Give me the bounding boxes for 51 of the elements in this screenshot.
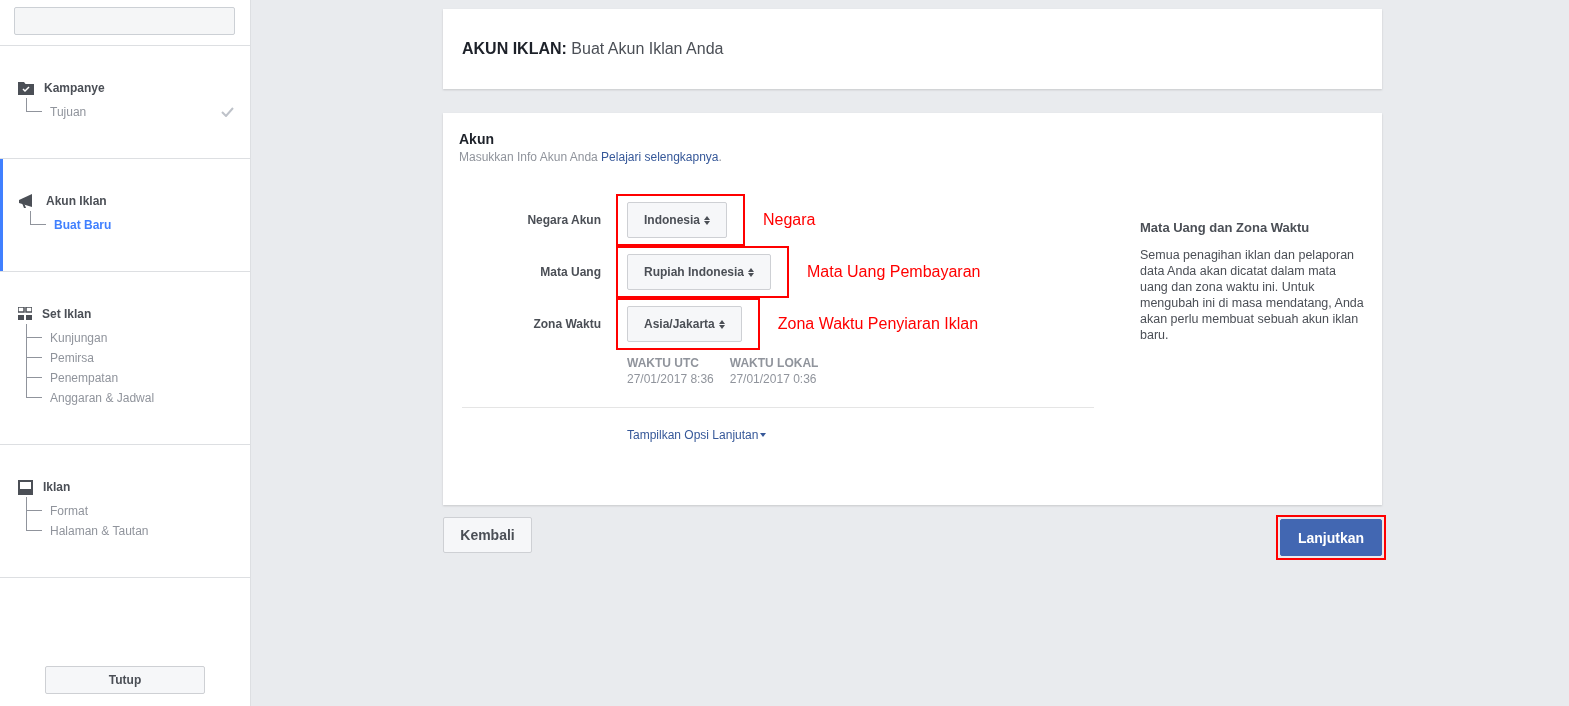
tree-connector-line (26, 511, 42, 531)
time-label: WAKTU UTC (627, 356, 700, 370)
info-title: Mata Uang dan Zona Waktu (1140, 220, 1311, 235)
learn-more-link[interactable]: Pelajari selengkapnya (601, 150, 719, 164)
folder-check-icon (18, 81, 34, 95)
sort-arrows-icon (704, 215, 710, 225)
grid-icon (18, 307, 32, 321)
time-value: 27/01/2017 8:36 (627, 372, 714, 386)
advanced-options-link[interactable]: Tampilkan Opsi Lanjutan (627, 428, 767, 442)
field-label: Zona Waktu (532, 317, 601, 331)
continue-button[interactable]: Lanjutkan (1280, 519, 1382, 556)
tree-connector-line (26, 358, 42, 378)
section-title: Iklan (43, 480, 71, 494)
dropdown-select[interactable]: Indonesia (627, 202, 727, 238)
page-title: AKUN IKLAN: Buat Akun Iklan Anda (462, 40, 724, 58)
tree-connector-line (26, 98, 42, 112)
dropdown-select[interactable]: Asia/Jakarta (627, 306, 742, 342)
field-label: Mata Uang (539, 265, 601, 279)
sort-arrows-icon (748, 267, 754, 277)
sidebar-item[interactable]: Pemirsa (50, 351, 94, 365)
time-label: WAKTU LOKAL (729, 356, 819, 370)
sidebar-item[interactable]: Tujuan (50, 105, 87, 119)
time-value: 27/01/2017 0:36 (729, 372, 818, 386)
sidebar-item[interactable]: Format (50, 504, 88, 518)
tree-connector-line (30, 211, 46, 225)
section-title: Akun Iklan (46, 194, 107, 208)
back-button[interactable]: Kembali (443, 517, 532, 553)
tree-connector-line (26, 324, 42, 338)
field-label: Negara Akun (526, 213, 601, 227)
dropdown-select[interactable]: Rupiah Indonesia (627, 254, 771, 290)
search-field[interactable] (14, 7, 235, 35)
section-subtitle: Masukkan Info Akun Anda Pelajari selengkapnya. (459, 150, 723, 164)
section-title: Akun (459, 131, 495, 147)
sidebar-item[interactable]: Penempatan (50, 371, 119, 385)
tree-connector-line (26, 338, 42, 358)
tree-connector-line (26, 378, 42, 398)
panel-icon (18, 479, 33, 495)
sidebar-item[interactable]: Kunjungan (50, 331, 108, 345)
sidebar-item[interactable]: Halaman & Tautan (50, 524, 149, 538)
annotation-text: Mata Uang Pembayaran (807, 263, 981, 281)
section-title: Kampanye (44, 81, 105, 95)
sidebar-item[interactable]: Buat Baru (54, 218, 112, 232)
caret-icon (760, 433, 767, 437)
tree-connector-line (26, 497, 42, 511)
sidebar-item[interactable]: Anggaran & Jadwal (50, 391, 155, 405)
info-text: Semua penagihan iklan dan pelaporan data Anda akan dicatat dalam mata uang dan zona waktu ini. Untuk mengubah ini di masa mendatang, Anda akan perlu membuat sebuah akun iklan baru. (1140, 247, 1364, 343)
sort-arrows-icon (718, 319, 725, 329)
annotation-text: Zona Waktu Penyiaran Iklan (777, 315, 979, 333)
annotation-text: Negara (763, 211, 816, 229)
section-title: Set Iklan (42, 307, 92, 321)
close-button[interactable]: Tutup (45, 666, 205, 694)
